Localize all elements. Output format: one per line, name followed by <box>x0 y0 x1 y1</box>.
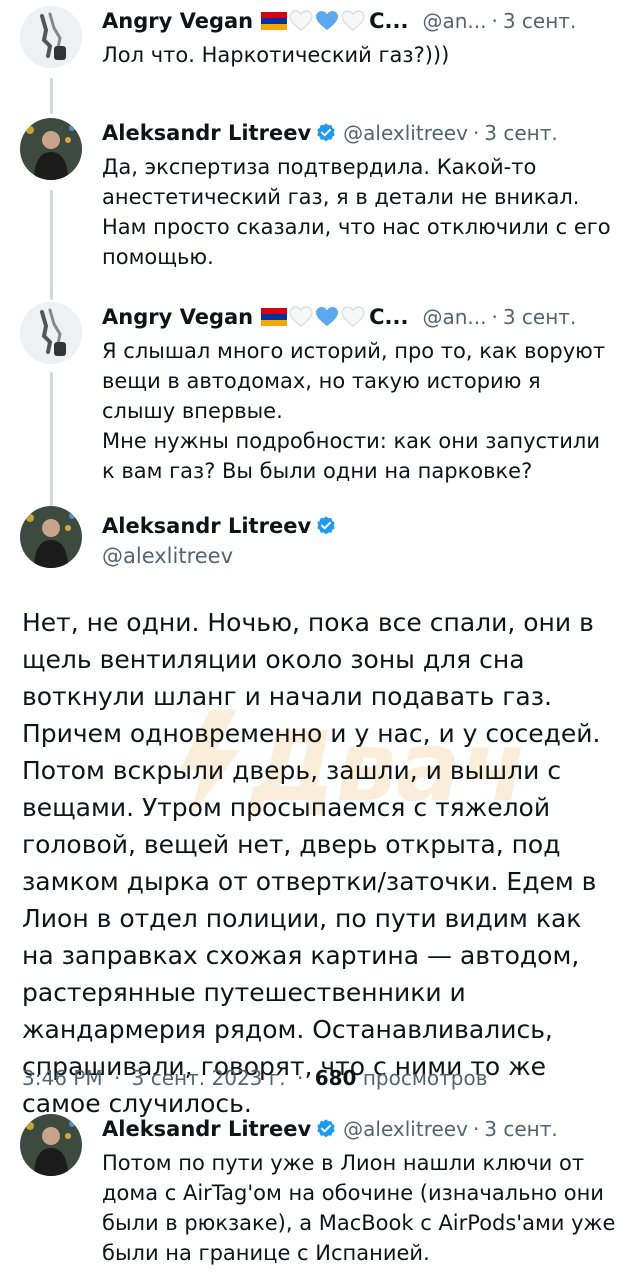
avatar-person-icon <box>20 506 82 568</box>
tweet-header: Aleksandr Litreev @alexlitreev · 3 сент. <box>102 1112 618 1146</box>
separator-dot: · <box>472 1117 480 1141</box>
author-handle[interactable]: @alexlitreev <box>343 1117 468 1141</box>
verified-badge-icon <box>317 1119 335 1138</box>
author-name[interactable]: Aleksandr Litreev <box>102 514 311 538</box>
author-handle[interactable]: @alexlitreev <box>102 544 337 568</box>
avatar[interactable] <box>20 1114 82 1176</box>
separator-dot: · <box>296 1066 304 1090</box>
tweet-full-date[interactable]: 3 сент. 2023 г. <box>132 1066 286 1090</box>
author-name[interactable]: Aleksandr Litreev <box>102 1117 311 1141</box>
tweet-paragraph: Потом по пути уже в Лион нашли ключи от … <box>102 1151 616 1265</box>
verified-badge-icon <box>317 516 335 535</box>
avatar-person-icon <box>20 1114 82 1176</box>
avatar[interactable] <box>20 506 82 568</box>
focused-tweet-text: Нет, не одни. Ночью, пока все спали, они… <box>22 604 618 1122</box>
tweet-meta: 3:46 PM · 3 сент. 2023 г. · 680 просмотр… <box>22 1066 488 1090</box>
tweet-date[interactable]: 3 сент. <box>484 1117 557 1141</box>
views-label: просмотров <box>362 1066 488 1090</box>
tweet-time[interactable]: 3:46 PM <box>22 1066 103 1090</box>
separator-dot: · <box>113 1066 121 1090</box>
tweet-text: Потом по пути уже в Лион нашли ключи от … <box>102 1148 618 1268</box>
tweet-paragraph: Нет, не одни. Ночью, пока все спали, они… <box>22 608 601 1118</box>
tweet-focused: Aleksandr Litreev @alexlitreev Двач Нет,… <box>0 0 632 1118</box>
views-count: 680 <box>314 1066 357 1090</box>
focused-tweet-header: Aleksandr Litreev @alexlitreev <box>102 510 337 568</box>
